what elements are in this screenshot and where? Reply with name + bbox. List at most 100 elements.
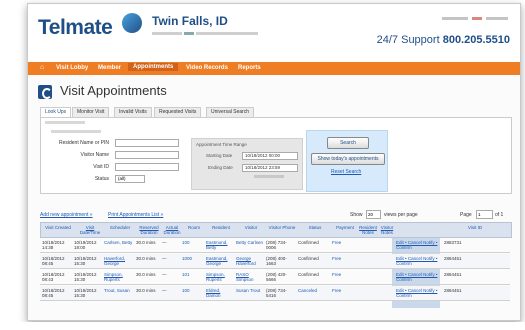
tab-monitor-visit[interactable]: Monitor Visit: [72, 107, 110, 117]
tab-look-ups[interactable]: Look Ups: [40, 107, 72, 117]
telmate-logo[interactable]: Telmate: [38, 16, 113, 40]
table-cell: (208) 400-1663: [266, 256, 287, 266]
top-links[interactable]: [442, 16, 508, 22]
table-cell[interactable]: Edit • Cancel Notify • Confirm: [396, 256, 440, 266]
table-cell: —: [162, 240, 167, 245]
per-page-select[interactable]: 20: [366, 210, 381, 219]
facility-name: Twin Falls, ID: [152, 14, 228, 28]
column-header[interactable]: Scheduler: [105, 225, 135, 230]
column-header[interactable]: Room: [183, 225, 205, 230]
search-button[interactable]: Search: [327, 137, 369, 149]
table-row: 10/18/2012 08:45 10/19/2012 15:30 Haverfor…: [40, 254, 510, 269]
appointment-time-range: Appointment Time Range Starting Date 10/…: [191, 138, 303, 190]
nav-item-appointments[interactable]: Appointments: [128, 63, 179, 71]
column-header[interactable]: Resident Notes: [359, 225, 377, 235]
table-cell[interactable]: Eastmond, George: [206, 256, 234, 266]
table-cell[interactable]: Free: [332, 240, 356, 245]
table-cell[interactable]: Eastmond, Betty: [206, 240, 234, 250]
table-cell[interactable]: RASO Simpson: [236, 272, 264, 282]
reset-search-link[interactable]: Reset Search: [331, 169, 361, 175]
table-cell[interactable]: 101: [182, 272, 204, 277]
table-cell: —: [162, 256, 167, 261]
nav-item-visit-lobby[interactable]: Visit Lobby: [56, 65, 88, 71]
table-cell[interactable]: Susan Trout: [236, 288, 264, 293]
table-cell: 30.0 mins: [136, 288, 156, 293]
ending-date-input[interactable]: 10/18/2012 23:59: [242, 164, 298, 172]
tab-requested-visits[interactable]: Requested Visits: [154, 107, 202, 117]
table-cell[interactable]: 1000: [182, 256, 204, 261]
print-list-link[interactable]: Print Appointments List »: [108, 212, 163, 218]
table-cell[interactable]: 100: [182, 288, 204, 293]
table-cell[interactable]: Trout, Susan: [104, 288, 134, 293]
page-title: Visit Appointments: [60, 83, 167, 98]
column-header[interactable]: Visit Created: [43, 225, 73, 230]
visitor-input[interactable]: [115, 151, 179, 159]
search-actions: Search Show today's appointments Reset S…: [306, 130, 388, 192]
column-header[interactable]: Actual Duration: [163, 225, 181, 235]
table-cell[interactable]: George Haverford: [236, 256, 264, 266]
filter-subcaption: [51, 130, 101, 133]
table-cell: (208) 734-5416: [266, 288, 287, 298]
nav-item-member[interactable]: Member: [98, 65, 121, 71]
column-header[interactable]: Status: [299, 225, 331, 230]
table-cell: 30.0 mins: [136, 256, 156, 261]
table-cell: 30.0 mins: [136, 272, 156, 277]
calendar-icon: [38, 85, 52, 99]
search-filter-panel: Resident Name or PIN Visitor Name Visit …: [40, 117, 512, 194]
starting-date-label: Starting Date: [206, 153, 233, 158]
table-cell: Confirmed: [298, 256, 319, 261]
page-of-label: of 1: [495, 212, 504, 218]
column-header[interactable]: Visitor: [237, 225, 265, 230]
show-label: Show: [350, 212, 363, 218]
starting-date-input[interactable]: 10/18/2012 00:00: [242, 152, 298, 160]
table-cell[interactable]: Edit • Cancel Notify • Confirm: [396, 272, 440, 282]
ending-date-label: Ending Date: [208, 165, 233, 170]
support-number[interactable]: 800.205.5510: [443, 34, 510, 46]
table-cell[interactable]: Eldred, Damon: [206, 288, 234, 298]
table-cell: 10/19/2012 18:00: [74, 240, 97, 250]
table-cell: Canceled: [298, 288, 318, 293]
visit-id-input[interactable]: [115, 163, 179, 171]
table-cell: 10/19/2012 15:30: [74, 256, 97, 266]
table-cell[interactable]: Simpson, Ruperts: [104, 272, 134, 282]
resident-input[interactable]: [115, 139, 179, 147]
show-today-button[interactable]: Show today's appointments: [311, 153, 385, 165]
column-header[interactable]: Resident: [207, 225, 235, 230]
table-cell: —: [162, 272, 167, 277]
status-select[interactable]: (all): [115, 175, 145, 183]
welcome-text: [152, 31, 258, 37]
page-input[interactable]: 1: [476, 210, 493, 219]
table-cell: 10/18/2012 08:45: [42, 288, 65, 298]
table-cell[interactable]: Carlsen, Betty: [104, 240, 134, 245]
visit-id-label: Visit ID: [93, 164, 109, 170]
date-hint: [254, 175, 284, 178]
list-toolbar: Add new appointment » Print Appointments…: [40, 210, 510, 220]
table-cell[interactable]: Edit • Cancel Notify • Confirm: [396, 240, 440, 250]
table-cell: (208) 734-0006: [266, 240, 287, 250]
tab-universal-search[interactable]: Universal Search: [206, 107, 255, 117]
column-header[interactable]: Visitor Phone: [267, 225, 297, 230]
nav-item-video-records[interactable]: Video Records: [186, 65, 228, 71]
table-cell[interactable]: Free: [332, 272, 356, 277]
table-cell[interactable]: 100: [182, 240, 204, 245]
table-cell: 10/19/2012 15:30: [74, 288, 97, 298]
table-cell[interactable]: Betty Carlsen: [236, 240, 264, 245]
home-icon[interactable]: ⌂: [40, 64, 44, 71]
column-header[interactable]: Payment: [333, 225, 357, 230]
add-appointment-link[interactable]: Add new appointment »: [40, 212, 93, 218]
telmate-screenshot: Telmate Twin Falls, ID 24/7 Support 800.…: [27, 3, 521, 321]
support-line: 24/7 Support 800.205.5510: [377, 34, 510, 46]
column-header[interactable]: Reserved Duration: [137, 225, 161, 235]
table-cell[interactable]: Edit • Cancel Notify • Confirm: [396, 288, 440, 298]
support-label: 24/7 Support: [376, 34, 440, 46]
table-cell[interactable]: Simpson, Ruperts: [206, 272, 234, 282]
column-header[interactable]: Visitor Notes: [379, 225, 395, 235]
table-cell[interactable]: Haverford, George: [104, 256, 134, 266]
column-header[interactable]: Visit Date/Time: [75, 225, 105, 235]
table-cell[interactable]: Free: [332, 256, 356, 261]
column-header[interactable]: Visit ID: [445, 225, 505, 230]
nav-item-reports[interactable]: Reports: [238, 65, 261, 71]
table-cell: 10/18/2012 08:45: [42, 256, 65, 266]
table-cell[interactable]: Free: [332, 288, 356, 293]
tab-invalid-visits[interactable]: Invalid Visits: [114, 107, 152, 117]
